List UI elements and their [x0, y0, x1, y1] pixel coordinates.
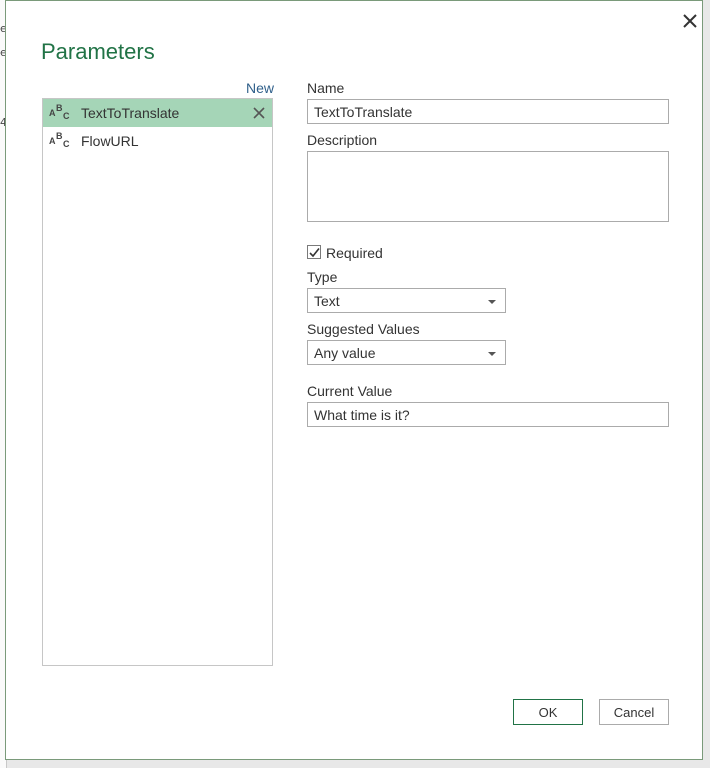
- type-dropdown[interactable]: Text: [307, 288, 506, 313]
- parameter-list: A B C TextToTranslate A B C FlowURL: [42, 98, 273, 666]
- current-value-field[interactable]: What time is it?: [307, 402, 669, 427]
- required-label: Required: [326, 245, 383, 261]
- ok-button[interactable]: OK: [513, 699, 583, 725]
- new-parameter-link[interactable]: New: [246, 80, 274, 96]
- close-button[interactable]: [679, 10, 701, 32]
- svg-text:A: A: [49, 108, 56, 118]
- suggested-values-label: Suggested Values: [307, 321, 420, 337]
- abc-text-icon: A B C: [49, 103, 71, 122]
- parameter-item-flowurl[interactable]: A B C FlowURL: [43, 127, 272, 155]
- parameter-item-label: FlowURL: [81, 133, 139, 149]
- parameter-item-texttotranslate[interactable]: A B C TextToTranslate: [43, 99, 272, 127]
- dialog-title: Parameters: [41, 39, 155, 64]
- suggested-values-dropdown[interactable]: Any value: [307, 340, 506, 365]
- name-field[interactable]: TextToTranslate: [307, 99, 669, 124]
- svg-text:A: A: [49, 136, 56, 146]
- type-dropdown-value: Text: [314, 292, 340, 309]
- description-label: Description: [307, 132, 378, 148]
- svg-text:C: C: [63, 139, 70, 149]
- close-icon: [683, 14, 697, 28]
- chevron-down-icon: [488, 300, 496, 304]
- description-field[interactable]: [307, 151, 669, 222]
- svg-text:C: C: [63, 111, 70, 121]
- current-value-label: Current Value: [307, 383, 393, 399]
- abc-text-icon: A B C: [49, 131, 71, 150]
- name-label: Name: [307, 80, 345, 96]
- svg-text:B: B: [56, 104, 63, 113]
- delete-parameter-button[interactable]: [252, 106, 266, 120]
- parameter-item-label: TextToTranslate: [81, 105, 180, 121]
- svg-text:B: B: [56, 132, 63, 141]
- cancel-button[interactable]: Cancel: [599, 699, 669, 725]
- chevron-down-icon: [488, 352, 496, 356]
- type-label: Type: [307, 269, 338, 285]
- delete-icon: [253, 107, 265, 119]
- parameters-dialog: Parameters New A B C TextToTranslate A B…: [5, 0, 703, 760]
- required-checkbox[interactable]: [307, 245, 321, 259]
- checkmark-icon: [309, 248, 320, 258]
- suggested-values-dropdown-value: Any value: [314, 344, 376, 361]
